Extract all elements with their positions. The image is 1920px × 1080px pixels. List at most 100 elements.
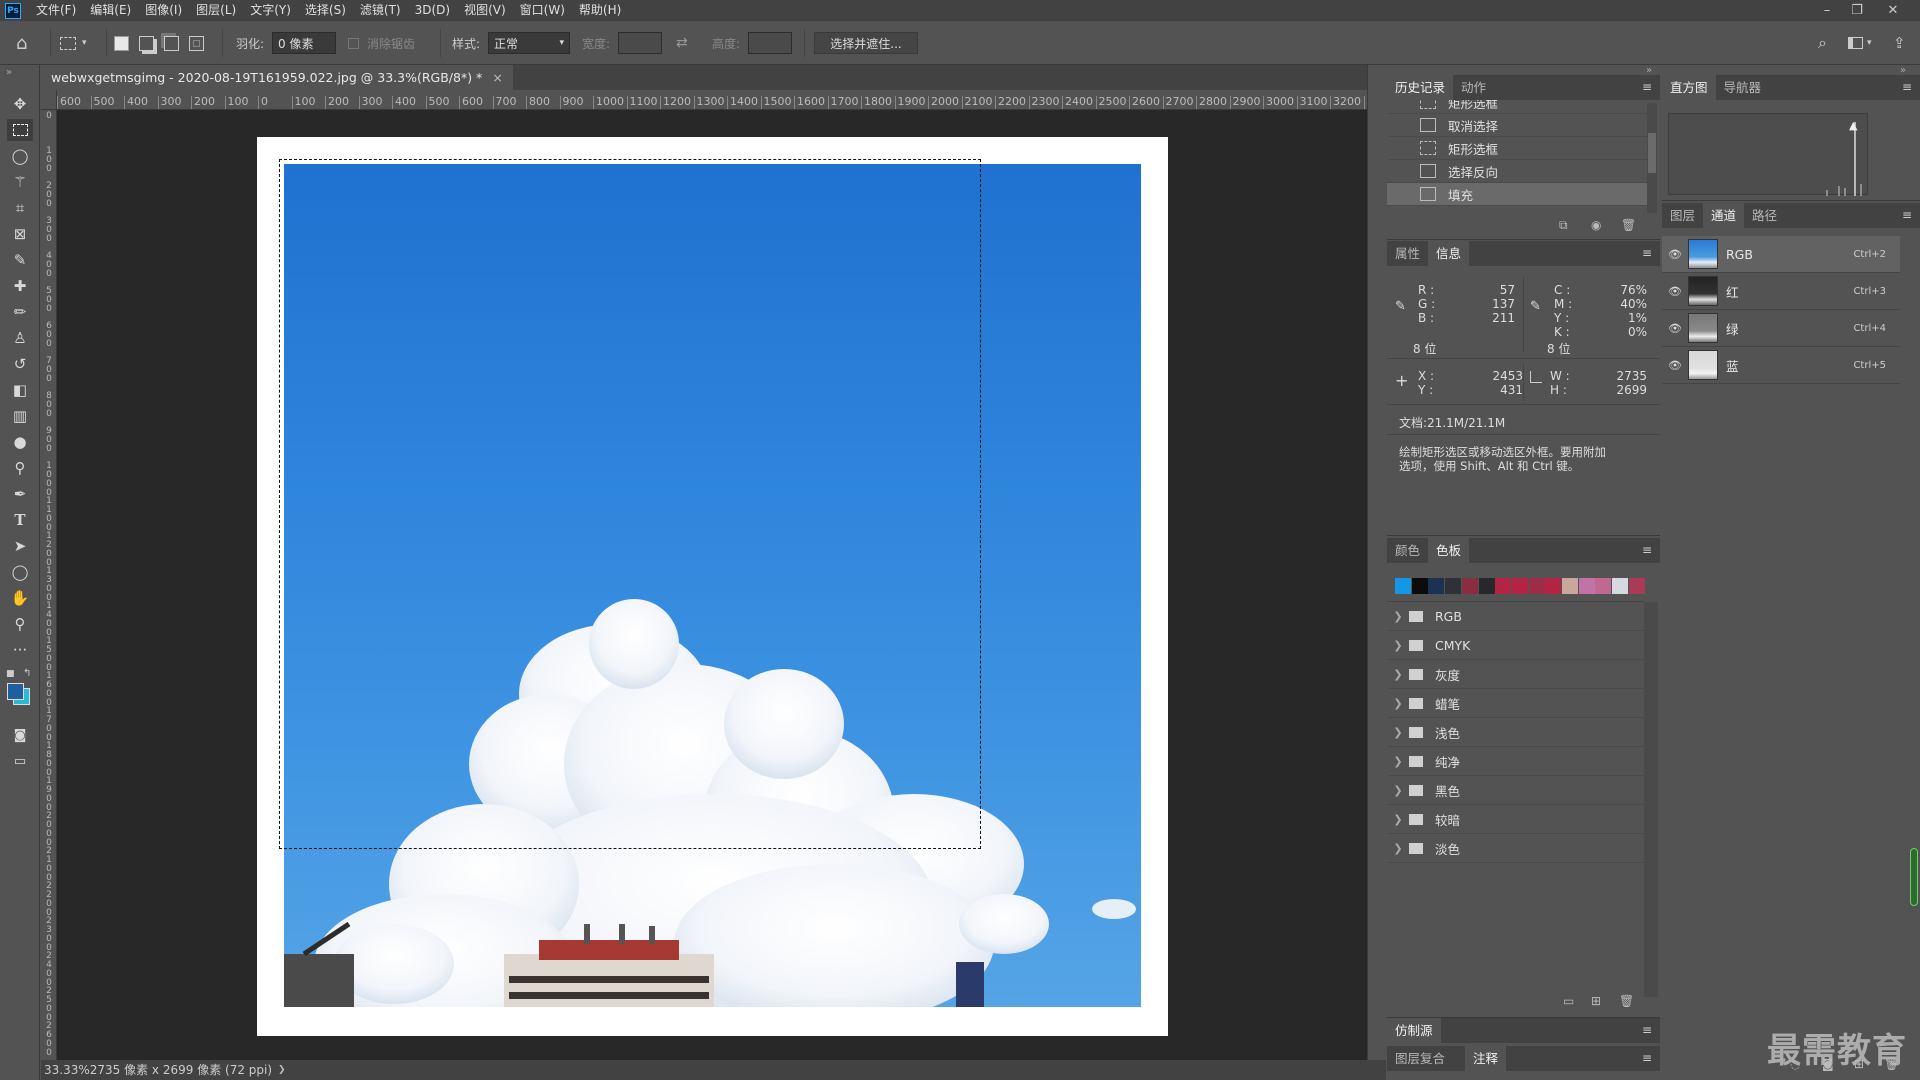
swatch-folder-row[interactable]: ❯ 纯净 xyxy=(1387,747,1644,776)
color-swatch[interactable] xyxy=(1478,578,1495,594)
panel-menu-icon[interactable]: ≡ xyxy=(1642,543,1652,557)
screen-mode-icon[interactable]: ▭ xyxy=(7,751,33,773)
new-swatch-icon[interactable]: ⊞ xyxy=(1591,994,1601,1008)
healing-brush-tool-icon[interactable]: ✚ xyxy=(7,275,33,297)
expand-toolbar-icon[interactable]: » xyxy=(6,67,12,78)
color-swatch[interactable] xyxy=(1395,578,1411,594)
eraser-tool-icon[interactable]: ◧ xyxy=(7,379,33,401)
history-brush-tool-icon[interactable]: ↺ xyxy=(7,353,33,375)
chevron-right-icon[interactable]: ❯ xyxy=(1387,697,1409,710)
menu-window[interactable]: 窗口(W) xyxy=(513,0,572,21)
history-item[interactable]: 矩形选框 xyxy=(1387,100,1647,114)
pen-tool-icon[interactable]: ✒ xyxy=(7,483,33,505)
menu-filter[interactable]: 滤镜(T) xyxy=(353,0,408,21)
panel-menu-icon[interactable]: ≡ xyxy=(1642,1023,1652,1037)
intersect-selection-icon[interactable] xyxy=(189,35,204,51)
swatch-folder-row[interactable]: ❯ 较暗 xyxy=(1387,805,1644,834)
ellipse-tool-icon[interactable]: ◯ xyxy=(7,561,33,583)
channel-row-green[interactable]: 👁 绿 Ctrl+4 xyxy=(1662,310,1900,347)
trash-icon[interactable]: 🗑 xyxy=(1619,994,1634,1008)
home-icon[interactable]: ⌂ xyxy=(16,21,27,65)
tab-history[interactable]: 历史记录 xyxy=(1387,75,1454,100)
panel-menu-icon[interactable]: ≡ xyxy=(1642,1051,1652,1065)
ruler-origin[interactable] xyxy=(41,90,57,110)
panel-menu-icon[interactable]: ≡ xyxy=(1902,208,1912,222)
new-group-folder-icon[interactable]: ▭ xyxy=(1563,994,1574,1008)
swap-colors-icon[interactable]: ↰ xyxy=(23,668,31,679)
chevron-right-icon[interactable]: ❯ xyxy=(1387,842,1409,855)
zoom-tool-icon[interactable]: ⚲ xyxy=(7,613,33,635)
default-colors-icon[interactable]: ■ xyxy=(6,669,15,679)
tab-swatches[interactable]: 色板 xyxy=(1428,538,1470,563)
swatches-scrollbar[interactable] xyxy=(1644,602,1658,997)
chevron-right-icon[interactable]: ❯ xyxy=(1387,639,1409,652)
swatch-folder-row[interactable]: ❯ 黑色 xyxy=(1387,776,1644,805)
zoom-level[interactable]: 33.33% xyxy=(44,1060,90,1080)
swatch-folder-row[interactable]: ❯ 灰度 xyxy=(1387,660,1644,689)
color-swatch[interactable] xyxy=(1595,578,1612,594)
frame-tool-icon[interactable]: ⊠ xyxy=(7,223,33,245)
menu-edit[interactable]: 编辑(E) xyxy=(83,0,138,21)
blur-tool-icon[interactable]: ● xyxy=(7,431,33,453)
swatch-folder-row[interactable]: ❯ CMYK xyxy=(1387,631,1644,660)
new-selection-icon[interactable] xyxy=(114,35,129,51)
rgb-eyedropper-icon[interactable]: ✎ xyxy=(1395,299,1406,314)
trash-icon[interactable]: 🗑 xyxy=(1621,218,1636,232)
path-selection-tool-icon[interactable]: ➤ xyxy=(7,535,33,557)
menu-type[interactable]: 文字(Y) xyxy=(243,0,298,21)
antialias-checkbox[interactable] xyxy=(348,37,359,49)
magic-wand-tool-icon[interactable]: ⚚ xyxy=(7,171,33,193)
more-tools-icon[interactable]: ··· xyxy=(7,639,33,661)
channel-row-rgb[interactable]: 👁 RGB Ctrl+2 xyxy=(1662,236,1900,273)
visibility-eye-icon[interactable]: 👁 xyxy=(1662,248,1688,261)
restore-icon[interactable]: ❐ xyxy=(1842,0,1872,21)
hand-tool-icon[interactable]: ✋ xyxy=(7,587,33,609)
menu-file[interactable]: 文件(F) xyxy=(29,0,83,21)
visibility-eye-icon[interactable]: 👁 xyxy=(1662,322,1688,335)
cache-warning-icon[interactable]: ▲ xyxy=(1849,119,1857,132)
swatch-folder-row[interactable]: ❯ 蜡笔 xyxy=(1387,689,1644,718)
color-swatch[interactable] xyxy=(1578,578,1595,594)
tab-color[interactable]: 颜色 xyxy=(1387,538,1428,563)
type-tool-icon[interactable]: T xyxy=(7,509,33,531)
menu-help[interactable]: 帮助(H) xyxy=(572,0,628,21)
search-icon[interactable]: ⌕ xyxy=(1818,21,1827,65)
brush-tool-icon[interactable]: ✏ xyxy=(7,301,33,323)
panel-menu-icon[interactable]: ≡ xyxy=(1902,80,1912,94)
color-swatch[interactable] xyxy=(1562,578,1578,594)
color-swatch[interactable] xyxy=(1428,578,1445,594)
tab-clone-source[interactable]: 仿制源 xyxy=(1387,1018,1441,1043)
move-tool-icon[interactable]: ✥ xyxy=(7,93,33,115)
color-swatch[interactable] xyxy=(1612,578,1629,594)
visibility-eye-icon[interactable]: 👁 xyxy=(1662,285,1688,298)
lasso-tool-icon[interactable]: ◯ xyxy=(7,145,33,167)
color-swatch[interactable] xyxy=(1545,578,1562,594)
history-item[interactable]: 选择反向 xyxy=(1387,160,1647,183)
chevron-right-icon[interactable]: ❯ xyxy=(1387,668,1409,681)
gradient-tool-icon[interactable]: ▥ xyxy=(7,405,33,427)
camera-snapshot-icon[interactable]: ◉ xyxy=(1591,218,1601,232)
chevron-right-icon[interactable]: ❯ xyxy=(1387,726,1409,739)
history-item[interactable]: 矩形选框 xyxy=(1387,137,1647,160)
menu-3d[interactable]: 3D(D) xyxy=(408,0,457,21)
menu-image[interactable]: 图像(I) xyxy=(138,0,189,21)
feather-input[interactable]: 0 像素 xyxy=(272,32,336,54)
visibility-eye-icon[interactable]: 👁 xyxy=(1662,359,1688,372)
width-input[interactable] xyxy=(618,32,662,54)
document-canvas[interactable] xyxy=(257,137,1168,1036)
new-document-from-state-icon[interactable]: ⧉ xyxy=(1559,218,1568,233)
style-select[interactable]: 正常 ▾ xyxy=(488,32,570,54)
menu-select[interactable]: 选择(S) xyxy=(298,0,353,21)
color-swatch[interactable] xyxy=(1411,578,1428,594)
panel-menu-icon[interactable]: ≡ xyxy=(1642,80,1652,94)
color-swatch[interactable] xyxy=(1528,578,1545,594)
color-swatch[interactable] xyxy=(1461,578,1478,594)
history-list[interactable]: 矩形选框 取消选择 矩形选框 选择反向 填充 xyxy=(1387,100,1647,215)
tab-layers[interactable]: 图层 xyxy=(1662,203,1703,228)
close-window-icon[interactable]: ✕ xyxy=(1878,0,1908,21)
status-menu-arrow-icon[interactable]: ❯ xyxy=(278,1060,286,1080)
tab-layer-comps[interactable]: 图层复合 xyxy=(1387,1046,1453,1071)
crop-tool-icon[interactable]: ⌗ xyxy=(7,197,33,219)
swatch-folder-row[interactable]: ❯ RGB xyxy=(1387,602,1644,631)
tab-notes[interactable]: 注释 xyxy=(1465,1046,1507,1071)
